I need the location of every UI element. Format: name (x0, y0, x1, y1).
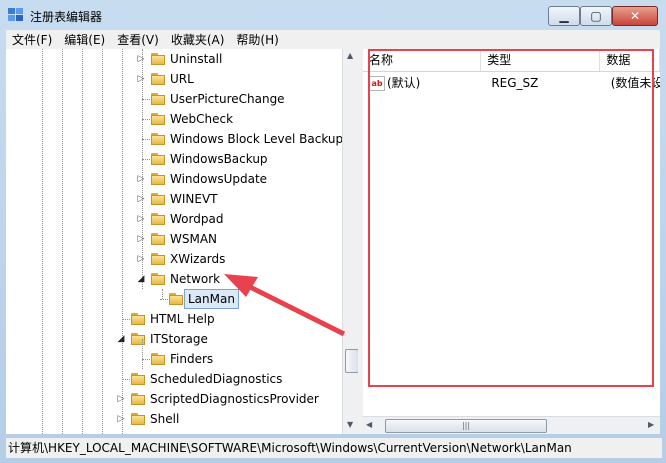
caption-buttons: ▁ ▢ ✕ (548, 6, 658, 26)
registry-app-icon (8, 8, 23, 21)
status-bar: 计算机\HKEY_LOCAL_MACHINE\SOFTWARE\Microsof… (6, 437, 662, 458)
main-panes: ▷ Uninstall ▷ URL UserPictureChange WebCheck W… (6, 49, 661, 434)
minimize-button[interactable]: ▁ (548, 6, 580, 26)
close-icon: ✕ (629, 9, 641, 23)
minimize-icon: ▁ (559, 9, 569, 23)
maximize-icon: ▢ (590, 9, 602, 23)
registry-editor-window: 注册表编辑器 ▁ ▢ ✕ 文件(F) 编辑(E) 查看(V) 收藏夹(A) 帮助… (0, 0, 666, 463)
menu-file[interactable]: 文件(F) (6, 31, 58, 48)
annotation-arrow (224, 274, 346, 337)
menu-view[interactable]: 查看(V) (111, 31, 165, 48)
close-button[interactable]: ✕ (612, 6, 658, 26)
title-bar[interactable]: 注册表编辑器 ▁ ▢ ✕ (0, 0, 666, 30)
menu-help[interactable]: 帮助(H) (230, 31, 284, 48)
maximize-button[interactable]: ▢ (580, 6, 612, 26)
menu-bar: 文件(F) 编辑(E) 查看(V) 收藏夹(A) 帮助(H) (6, 30, 660, 49)
menu-favorites[interactable]: 收藏夹(A) (165, 31, 231, 48)
window-title: 注册表编辑器 (30, 10, 103, 24)
menu-edit[interactable]: 编辑(E) (58, 31, 111, 48)
